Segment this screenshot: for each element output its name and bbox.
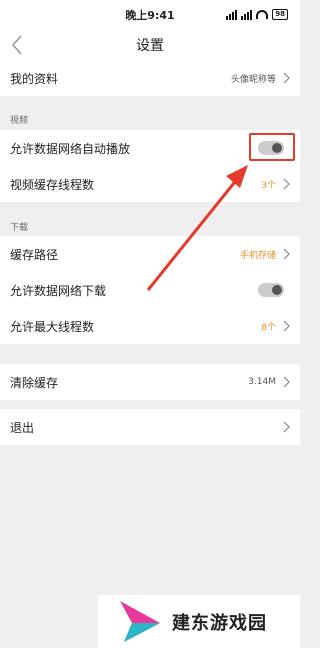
annotation-arrow xyxy=(146,165,248,291)
watermark-text: 建东游戏园 xyxy=(172,612,267,634)
watermark: 建东游戏园 xyxy=(98,595,300,648)
watermark-logo-icon xyxy=(120,601,160,642)
